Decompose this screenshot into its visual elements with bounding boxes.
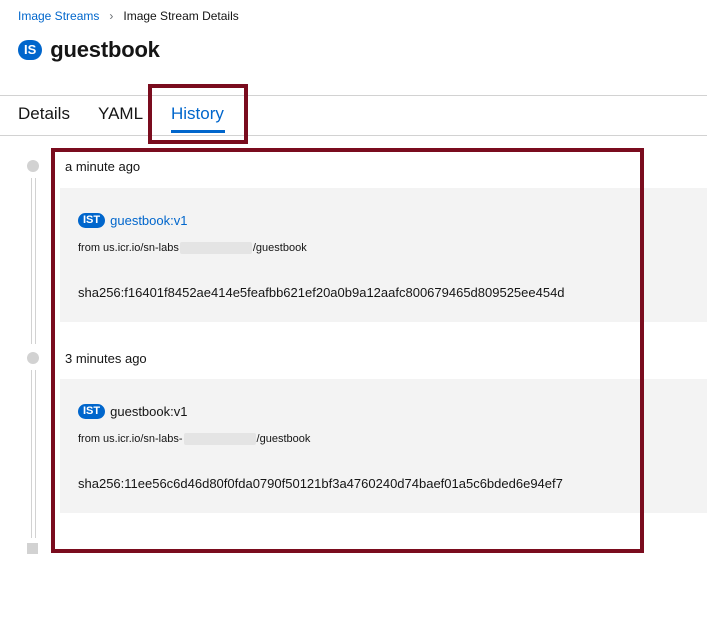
tabs-top-divider [0,95,707,96]
page-header: IS guestbook [18,37,160,63]
timeline-dot [27,160,39,172]
breadcrumb-current: Image Stream Details [123,9,239,23]
timeline-dot [27,352,39,364]
chevron-right-icon: › [109,9,114,23]
breadcrumb-image-streams-link[interactable]: Image Streams [18,9,99,23]
tab-yaml[interactable]: YAML [98,104,143,124]
timeline-line [31,370,36,538]
resource-badge-is: IS [18,40,43,60]
tab-details[interactable]: Details [18,104,70,124]
highlight-box-history-tab [148,84,248,144]
breadcrumb: Image Streams › Image Stream Details [18,9,239,23]
tabs-bottom-divider [0,135,707,136]
page-title: guestbook [50,37,160,62]
highlight-box-history-content [51,148,644,553]
timeline-line [31,178,36,344]
timeline-end-marker [27,543,38,554]
